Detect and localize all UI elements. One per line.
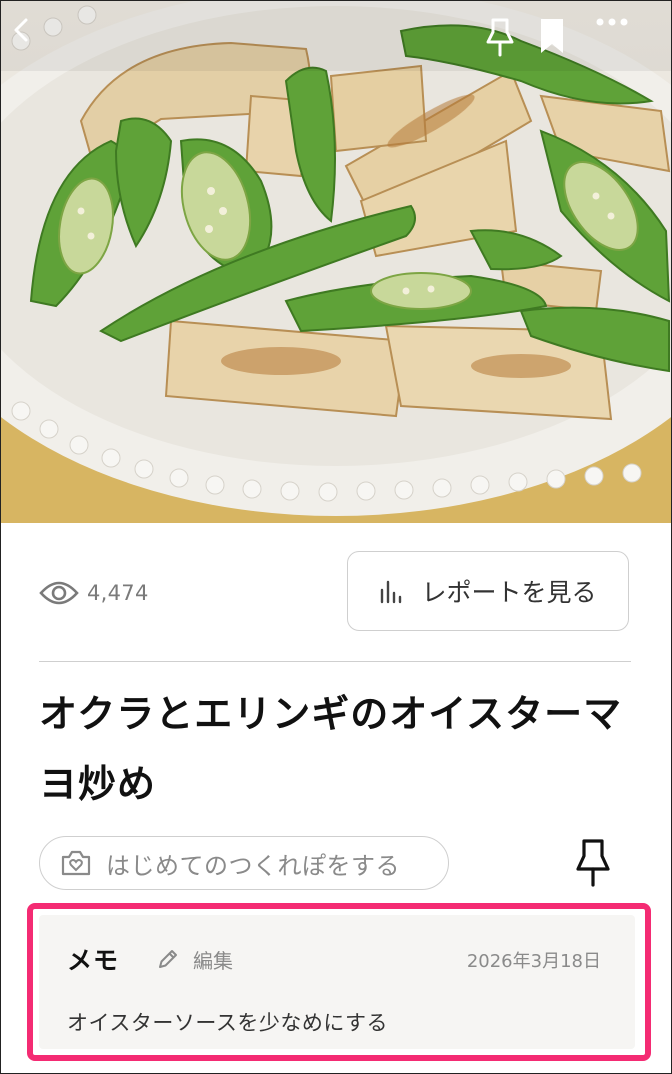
chevron-left-icon	[14, 18, 28, 42]
bar-chart-icon	[381, 580, 402, 604]
bookmark-button[interactable]	[539, 17, 583, 61]
memo-heading: メモ	[67, 946, 120, 975]
recipe-photo-illustration	[1, 1, 671, 523]
memo-date: 2026年3月18日	[466, 951, 601, 972]
view-report-label: レポートを見る	[421, 578, 597, 607]
pencil-icon	[159, 950, 177, 968]
first-tsukurepo-label: はじめてのつくれぽをする	[106, 851, 400, 880]
back-button[interactable]	[11, 17, 55, 61]
memo-edit-label: 編集	[193, 948, 233, 973]
view-count-value: 4,474	[87, 581, 149, 605]
more-button[interactable]	[595, 17, 639, 61]
pin-button[interactable]	[485, 17, 529, 61]
view-count: 4,474	[39, 573, 149, 613]
first-tsukurepo-button[interactable]: はじめてのつくれぽをする	[39, 836, 449, 890]
more-horizontal-icon	[596, 18, 628, 26]
memo-edit-button[interactable]: 編集	[157, 943, 233, 975]
recipe-detail-screen: 4,474 レポートを見る オクラとエリンギのオイスターマヨ炒め はじめてのつく…	[0, 0, 672, 1074]
pin-icon	[576, 839, 610, 887]
recipe-title: オクラとエリンギのオイスターマヨ炒め	[39, 692, 623, 806]
recipe-photo	[1, 1, 671, 523]
view-report-button[interactable]: レポートを見る	[347, 551, 629, 631]
divider	[39, 661, 631, 662]
eye-icon	[39, 581, 79, 605]
camera-heart-icon	[61, 850, 91, 876]
pin-icon	[486, 18, 514, 57]
memo-text: オイスターソースを少なめにする	[67, 1011, 389, 1035]
pin-recipe-button[interactable]	[567, 833, 619, 893]
bookmark-icon	[541, 19, 563, 53]
